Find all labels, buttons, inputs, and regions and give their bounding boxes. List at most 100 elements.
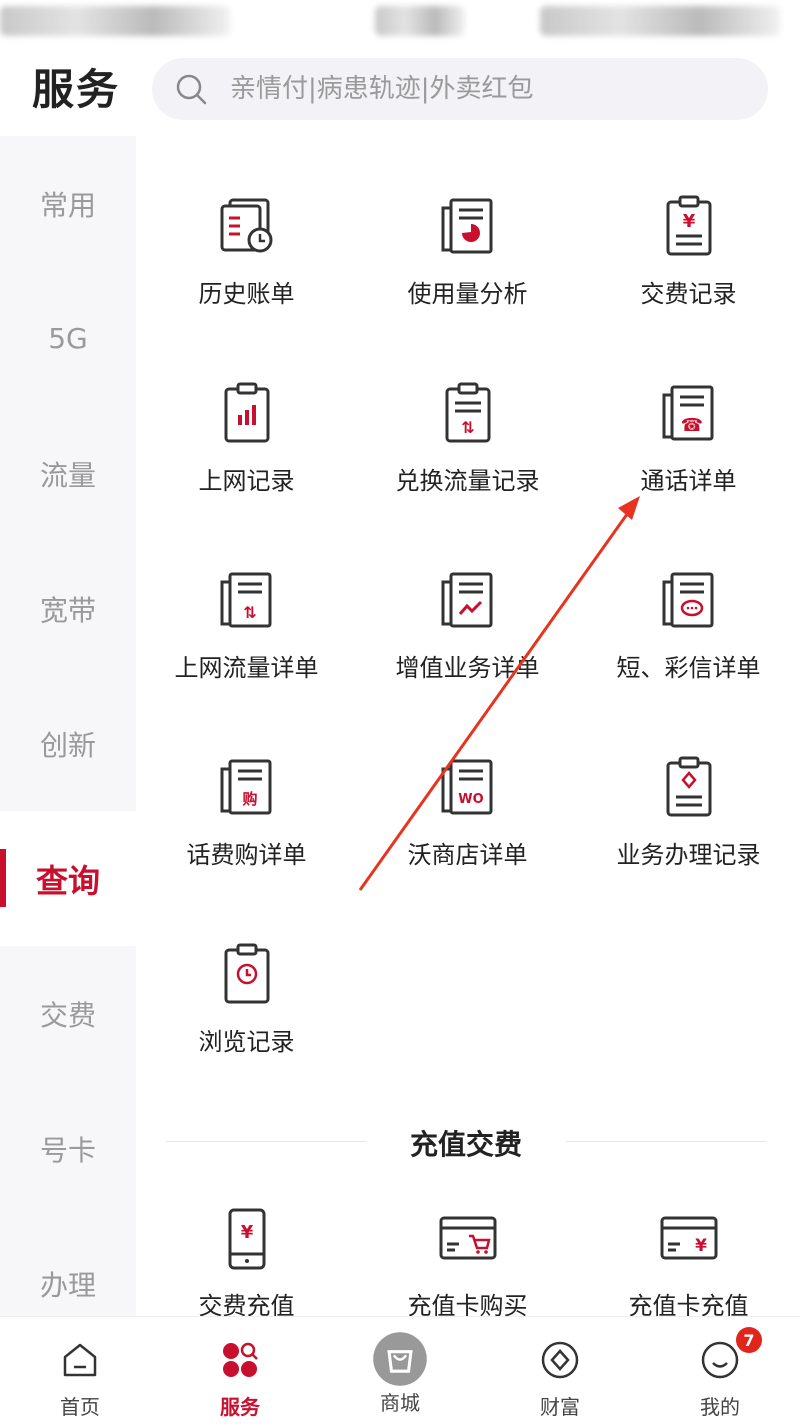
usage-analysis-icon [441, 198, 492, 254]
wo-store-icon: WO [441, 759, 492, 815]
search-icon [176, 74, 207, 105]
grid-item-card-recharge[interactable]: ¥ 充值卡充值 [578, 1192, 799, 1316]
section-title: 充值交费 [409, 1128, 522, 1161]
data-detail-icon: ⇅ [220, 572, 271, 628]
sidebar-item-label: 创新 [39, 728, 96, 762]
grid-item-label: 通话详单 [640, 467, 737, 495]
purchase-detail-icon: 购 [220, 759, 271, 815]
sidebar-item-query[interactable]: 查询 [0, 811, 136, 946]
card-recharge-icon: ¥ [660, 1216, 717, 1260]
sidebar-item-5g[interactable]: 5G [0, 271, 136, 406]
grid-item-label: 上网流量详单 [174, 654, 319, 682]
tab-label: 我的 [700, 1395, 740, 1419]
sidebar-item-sim-card[interactable]: 号卡 [0, 1081, 136, 1216]
page-title: 服务 [32, 65, 121, 114]
browse-record-icon [224, 943, 269, 1004]
grid-item-data-detail[interactable]: ⇅ 上网流量详单 [136, 554, 357, 741]
home-icon [63, 1343, 97, 1377]
search-input[interactable] [228, 73, 752, 105]
grid-item-phone-payment[interactable]: ¥ 交费充值 [136, 1192, 357, 1316]
bottom-tab-bar: 首页 服务 商城 财富 7 我的 [0, 1316, 800, 1424]
sidebar-item-data[interactable]: 流量 [0, 406, 136, 541]
grid-item-label: 话费购详单 [186, 841, 307, 869]
sidebar-item-label: 常用 [39, 188, 96, 222]
sidebar-item-common[interactable]: 常用 [0, 136, 136, 271]
svg-text:购: 购 [242, 790, 257, 808]
sms-detail-icon [662, 572, 713, 628]
grid-item-label: 短、彩信详单 [616, 654, 761, 682]
svg-text:¥: ¥ [682, 211, 695, 232]
wealth-icon [541, 1341, 579, 1379]
sidebar-item-broadband[interactable]: 宽带 [0, 541, 136, 676]
grid-item-label: 业务办理记录 [616, 841, 761, 869]
grid-item-purchase-detail[interactable]: 购 话费购详单 [136, 741, 357, 928]
phone-payment-icon: ¥ [228, 1208, 265, 1270]
svg-text:WO: WO [458, 792, 483, 807]
grid-item-label: 历史账单 [198, 280, 295, 308]
grid-item-label: 使用量分析 [407, 280, 528, 308]
tab-shop[interactable]: 商城 [320, 1317, 480, 1424]
svg-text:¥: ¥ [695, 1236, 707, 1256]
sidebar-item-label: 办理 [39, 1268, 96, 1302]
sidebar-item-label: 宽带 [39, 593, 96, 627]
header: 服务 [0, 50, 800, 136]
tab-profile[interactable]: 7 我的 [640, 1317, 800, 1424]
svg-text:⇅: ⇅ [461, 418, 474, 437]
grid-item-internet-record[interactable]: 上网记录 [136, 367, 357, 554]
sidebar-item-label: 号卡 [39, 1133, 96, 1167]
grid-item-label: 上网记录 [198, 467, 295, 495]
services-icon [223, 1342, 258, 1377]
svg-text:⇅: ⇅ [243, 603, 256, 622]
recharge-section-header: 充值交费 [166, 1121, 766, 1161]
sidebar-item-label: 查询 [35, 861, 100, 900]
grid-item-label: 交费记录 [640, 280, 737, 308]
grid-item-value-added[interactable]: 增值业务详单 [357, 554, 578, 741]
grid-item-label: 交费充值 [198, 1292, 295, 1316]
payment-record-icon: ¥ [666, 195, 711, 256]
tab-label: 财富 [540, 1395, 580, 1419]
call-detail-icon: ☎ [662, 385, 713, 441]
grid-item-usage-analysis[interactable]: 使用量分析 [357, 180, 578, 367]
tab-label: 服务 [220, 1395, 260, 1419]
status-bar [0, 0, 800, 50]
grid-item-call-detail[interactable]: ☎ 通话详单 [578, 367, 799, 554]
grid-item-exchange-data[interactable]: ⇅ 兑换流量记录 [357, 367, 578, 554]
grid-item-card-purchase[interactable]: 充值卡购买 [357, 1192, 578, 1316]
category-sidebar: 常用 5G 流量 宽带 创新 查询 交费 号卡 办理 [0, 136, 136, 1316]
sidebar-item-label: 流量 [39, 458, 96, 492]
search-bar[interactable] [152, 58, 768, 120]
sidebar-item-payment[interactable]: 交费 [0, 946, 136, 1081]
history-bill-icon [220, 198, 272, 253]
grid-item-label: 充值卡充值 [628, 1292, 749, 1316]
svg-text:☎: ☎ [680, 415, 702, 436]
svg-text:¥: ¥ [240, 1222, 253, 1243]
status-bar-blurred-right [540, 6, 780, 36]
tab-label: 商城 [380, 1391, 420, 1415]
tab-label: 首页 [60, 1395, 100, 1419]
sidebar-item-innovation[interactable]: 创新 [0, 676, 136, 811]
grid-item-label: 充值卡购买 [407, 1292, 528, 1316]
grid-item-payment-record[interactable]: ¥ 交费记录 [578, 180, 799, 367]
grid-item-label: 浏览记录 [198, 1028, 295, 1056]
grid-item-history-bill[interactable]: 历史账单 [136, 180, 357, 367]
tab-services[interactable]: 服务 [160, 1317, 320, 1424]
status-bar-blurred-mid [375, 6, 465, 36]
grid-item-label: 兑换流量记录 [395, 467, 540, 495]
grid-item-wo-store[interactable]: WO 沃商店详单 [357, 741, 578, 928]
main-content: 历史账单 使用量分析 ¥ 交费记录 上网记录 ⇅ 兑换流量记录 ☎ 通话详单 ⇅… [136, 136, 800, 1316]
shop-icon [373, 1332, 427, 1386]
sidebar-item-label: 5G [48, 322, 88, 355]
grid-item-label: 增值业务详单 [395, 654, 540, 682]
grid-item-browse-record[interactable]: 浏览记录 [136, 928, 357, 1115]
grid-item-label: 沃商店详单 [407, 841, 528, 869]
card-purchase-icon [439, 1216, 496, 1260]
grid-item-business-record[interactable]: 业务办理记录 [578, 741, 799, 928]
status-bar-blurred-left [0, 6, 230, 36]
internet-record-icon [224, 382, 269, 443]
tab-wealth[interactable]: 财富 [480, 1317, 640, 1424]
sidebar-item-label: 交费 [39, 998, 96, 1032]
grid-item-sms-detail[interactable]: 短、彩信详单 [578, 554, 799, 741]
tab-home[interactable]: 首页 [0, 1317, 160, 1424]
business-record-icon [666, 756, 711, 817]
exchange-data-icon: ⇅ [445, 382, 490, 443]
